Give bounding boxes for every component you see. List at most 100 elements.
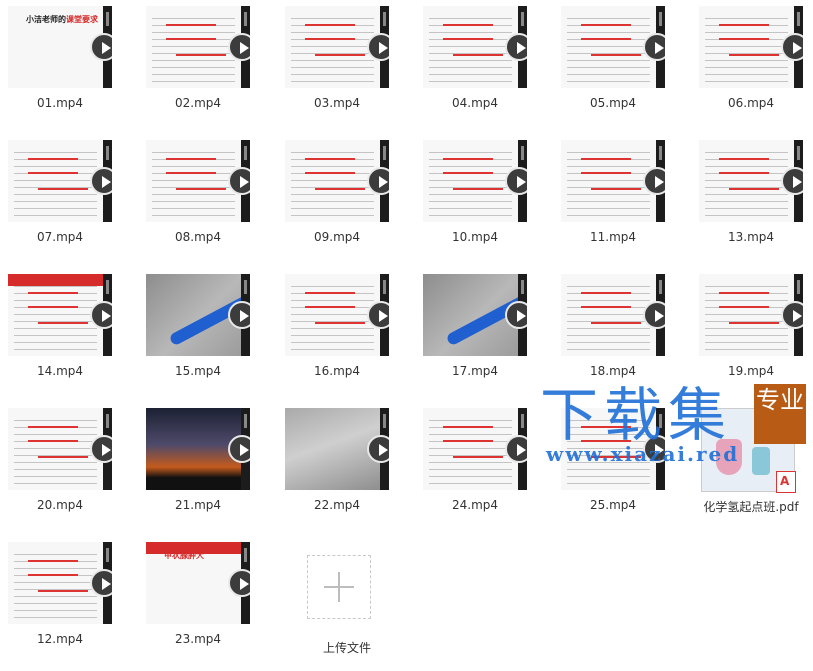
video-file-item[interactable]: 04.mp4 — [415, 0, 545, 128]
video-thumbnail — [561, 408, 665, 490]
play-icon[interactable] — [781, 167, 803, 195]
red-annotation — [581, 292, 631, 294]
video-file-item[interactable]: 20.mp4 — [0, 402, 130, 530]
file-name: 09.mp4 — [313, 230, 361, 244]
plus-icon — [307, 555, 371, 619]
play-icon[interactable] — [781, 301, 803, 329]
video-file-item[interactable]: 09.mp4 — [277, 134, 407, 262]
video-thumbnail — [8, 274, 112, 356]
video-file-item[interactable]: 22.mp4 — [277, 402, 407, 530]
video-file-item[interactable]: 16.mp4 — [277, 268, 407, 396]
thumbnail-frame — [8, 274, 103, 356]
play-icon[interactable] — [505, 301, 527, 329]
play-icon[interactable] — [90, 33, 112, 61]
red-annotation — [28, 560, 78, 562]
play-icon[interactable] — [228, 569, 250, 597]
thumbnail-frame — [285, 6, 380, 88]
video-thumbnail — [423, 408, 527, 490]
video-file-item[interactable]: 17.mp4 — [415, 268, 545, 396]
video-file-item[interactable]: 10.mp4 — [415, 134, 545, 262]
play-icon[interactable] — [781, 33, 803, 61]
file-name: 14.mp4 — [36, 364, 84, 378]
video-file-item[interactable]: 14.mp4 — [0, 268, 130, 396]
video-file-item[interactable]: 19.mp4 — [691, 268, 813, 396]
play-icon[interactable] — [228, 33, 250, 61]
video-thumbnail: 小洁老师的课堂要求 — [8, 6, 112, 88]
file-name: 13.mp4 — [727, 230, 775, 244]
thumbnail-frame — [285, 274, 380, 356]
pdf-file-item[interactable]: 化学氢起点班.pdf — [691, 402, 813, 530]
document-lines — [152, 12, 235, 82]
file-name: 15.mp4 — [174, 364, 222, 378]
video-thumbnail — [8, 140, 112, 222]
play-icon[interactable] — [643, 33, 665, 61]
video-file-item[interactable]: 12.mp4 — [0, 536, 130, 664]
document-lines — [567, 146, 650, 216]
thumbnail-frame — [699, 140, 794, 222]
video-file-item[interactable]: 24.mp4 — [415, 402, 545, 530]
file-name: 02.mp4 — [174, 96, 222, 110]
video-file-item[interactable]: 05.mp4 — [553, 0, 683, 128]
file-name: 19.mp4 — [727, 364, 775, 378]
file-name: 12.mp4 — [36, 632, 84, 646]
red-annotation — [443, 158, 493, 160]
play-icon[interactable] — [367, 33, 389, 61]
video-thumbnail — [561, 274, 665, 356]
play-icon[interactable] — [367, 301, 389, 329]
document-lines — [14, 146, 97, 216]
video-thumbnail — [146, 408, 250, 490]
red-annotation — [166, 158, 216, 160]
video-file-item[interactable]: 07.mp4 — [0, 134, 130, 262]
play-icon[interactable] — [90, 301, 112, 329]
red-annotation — [581, 158, 631, 160]
play-icon[interactable] — [90, 435, 112, 463]
file-name: 20.mp4 — [36, 498, 84, 512]
play-icon[interactable] — [643, 167, 665, 195]
play-icon[interactable] — [367, 167, 389, 195]
play-icon[interactable] — [505, 435, 527, 463]
video-file-item[interactable]: 02.mp4 — [138, 0, 268, 128]
video-thumbnail — [699, 6, 803, 88]
video-file-item[interactable]: 03.mp4 — [277, 0, 407, 128]
play-icon[interactable] — [643, 435, 665, 463]
video-file-item[interactable]: 06.mp4 — [691, 0, 813, 128]
video-file-item[interactable]: 11.mp4 — [553, 134, 683, 262]
video-file-item[interactable]: 25.mp4 — [553, 402, 683, 530]
file-name: 01.mp4 — [36, 96, 84, 110]
file-name: 06.mp4 — [727, 96, 775, 110]
thumbnail-frame — [285, 408, 380, 490]
play-icon[interactable] — [90, 167, 112, 195]
thumbnail-frame — [561, 274, 656, 356]
red-annotation — [305, 292, 355, 294]
play-icon[interactable] — [643, 301, 665, 329]
play-icon[interactable] — [505, 167, 527, 195]
video-file-item[interactable]: 小洁老师的课堂要求 01.mp4 — [0, 0, 130, 128]
play-icon[interactable] — [228, 435, 250, 463]
thumbnail-frame — [423, 408, 518, 490]
pdf-icon — [776, 471, 796, 493]
file-name: 24.mp4 — [451, 498, 499, 512]
video-thumbnail — [285, 6, 389, 88]
file-name: 22.mp4 — [313, 498, 361, 512]
video-file-item[interactable]: 15.mp4 — [138, 268, 268, 396]
video-thumbnail — [146, 274, 250, 356]
red-annotation — [28, 158, 78, 160]
video-file-item[interactable]: 08.mp4 — [138, 134, 268, 262]
play-icon[interactable] — [367, 435, 389, 463]
video-file-item[interactable]: 18.mp4 — [553, 268, 683, 396]
video-file-item[interactable]: 13.mp4 — [691, 134, 813, 262]
red-annotation — [719, 292, 769, 294]
document-lines — [567, 12, 650, 82]
video-file-item[interactable]: 21.mp4 — [138, 402, 268, 530]
play-icon[interactable] — [228, 301, 250, 329]
slide-title: 甲状腺肿大 — [164, 550, 204, 561]
play-icon[interactable] — [228, 167, 250, 195]
document-lines — [291, 12, 374, 82]
video-file-item[interactable]: 甲状腺肿大 23.mp4 — [138, 536, 268, 664]
slide-title-highlight: 课堂要求 — [66, 15, 98, 24]
play-icon[interactable] — [505, 33, 527, 61]
play-icon[interactable] — [90, 569, 112, 597]
thumbnail-frame — [285, 140, 380, 222]
document-lines — [429, 12, 512, 82]
thumbnail-frame — [146, 408, 241, 490]
